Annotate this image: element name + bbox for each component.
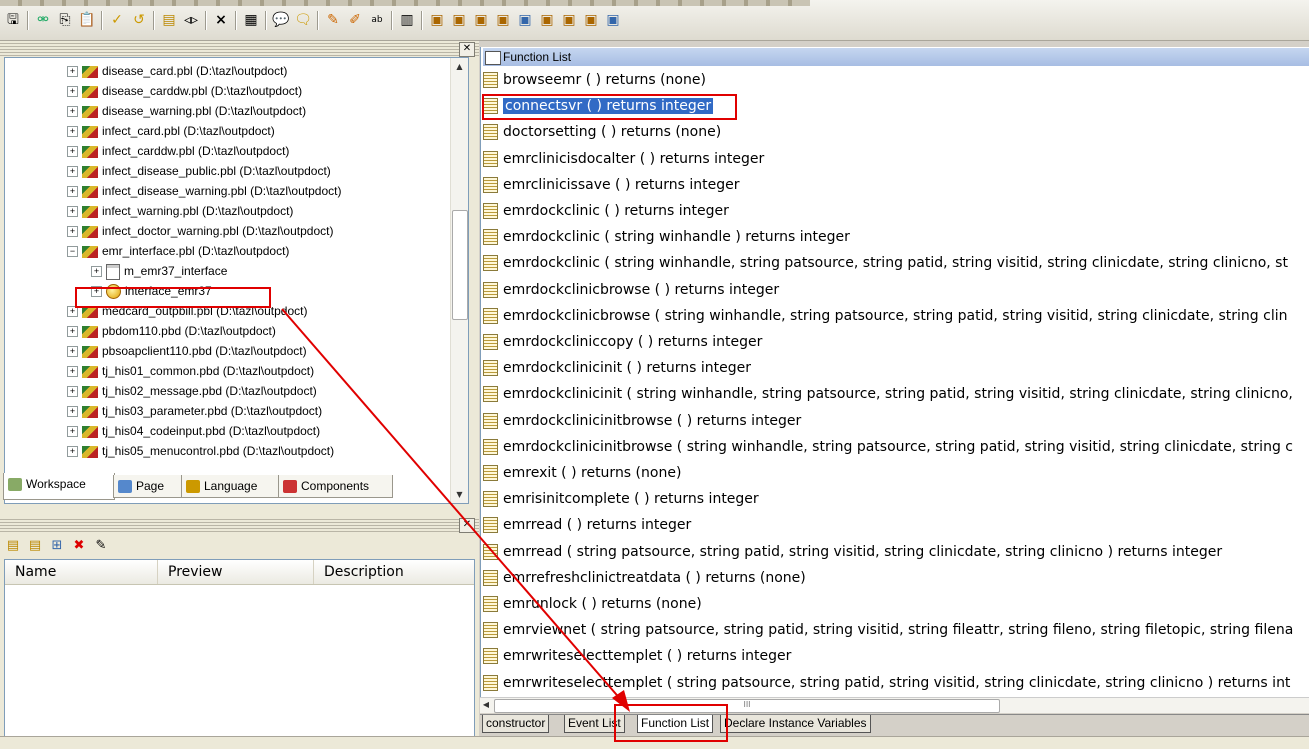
annotation-arrow [281, 308, 630, 712]
